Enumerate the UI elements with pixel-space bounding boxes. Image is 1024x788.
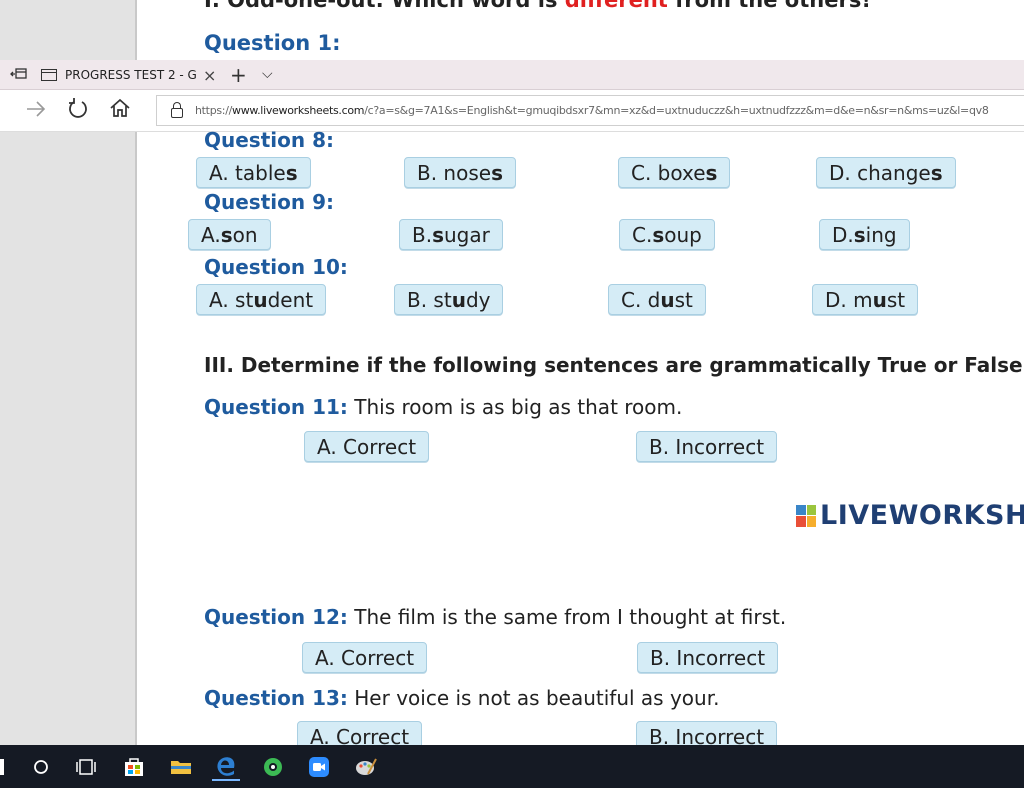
q11-option-incorrect[interactable]: B. Incorrect bbox=[636, 431, 778, 462]
heading-red-word: different bbox=[564, 0, 668, 12]
tab-close-icon[interactable]: × bbox=[203, 66, 216, 85]
tab-list-dropdown[interactable]: ⌵ bbox=[262, 66, 273, 82]
url-text: https://www.liveworksheets.com/c?a=s&g=7… bbox=[195, 104, 989, 117]
app-icon[interactable] bbox=[259, 753, 287, 781]
liveworksheets-logo: LIVEWORKSHE bbox=[796, 500, 1024, 531]
logo-mark-icon bbox=[796, 504, 816, 527]
task-view-icon[interactable] bbox=[72, 753, 100, 781]
address-bar[interactable]: https://www.liveworksheets.com/c?a=s&g=7… bbox=[156, 95, 1024, 126]
tab-title: PROGRESS TEST 2 - Gra bbox=[65, 68, 197, 82]
zoom-icon[interactable] bbox=[305, 753, 333, 781]
browser-tab[interactable]: PROGRESS TEST 2 - Gra × bbox=[35, 60, 220, 90]
q8-option-a[interactable]: A. table s bbox=[196, 157, 311, 188]
browser-navbar: https://www.liveworksheets.com/c?a=s&g=7… bbox=[0, 90, 1024, 132]
section3-title: III. Determine if the following sentence… bbox=[204, 353, 1023, 377]
q12-option-correct[interactable]: A. Correct bbox=[302, 642, 428, 673]
logo-text: LIVEWORKSHE bbox=[820, 500, 1024, 531]
question-13: Question 13: Her voice is not as beautif… bbox=[204, 686, 720, 710]
question-9-label: Question 9: bbox=[204, 190, 334, 214]
q11-option-correct[interactable]: A. Correct bbox=[304, 431, 430, 462]
forward-icon[interactable] bbox=[24, 98, 48, 126]
question-10-label: Question 10: bbox=[204, 255, 348, 279]
q10-option-d[interactable]: D. m u st bbox=[812, 284, 919, 315]
windows-taskbar bbox=[0, 745, 1024, 788]
q9-option-c[interactable]: C. s oup bbox=[619, 219, 715, 250]
q12-option-incorrect[interactable]: B. Incorrect bbox=[637, 642, 779, 673]
heading-text: I. Odd-one-out: Which word is bbox=[204, 0, 565, 12]
page-icon bbox=[41, 69, 57, 81]
browser-tab-strip: PROGRESS TEST 2 - Gra × + ⌵ bbox=[0, 60, 1024, 90]
store-icon[interactable] bbox=[120, 753, 148, 781]
q10-option-c[interactable]: C. d u st bbox=[608, 284, 706, 315]
q8-option-b[interactable]: B. nose s bbox=[404, 157, 516, 188]
section1-heading-partial: I. Odd-one-out: Which word is different … bbox=[204, 0, 871, 12]
q8-option-c[interactable]: C. boxe s bbox=[618, 157, 731, 188]
q9-option-d[interactable]: D. s ing bbox=[819, 219, 910, 250]
search-icon[interactable] bbox=[27, 753, 55, 781]
q8-option-d[interactable]: D. change s bbox=[816, 157, 956, 188]
paint-icon[interactable] bbox=[352, 753, 380, 781]
q9-option-a[interactable]: A. s on bbox=[188, 219, 271, 250]
question-1-label: Question 1: bbox=[204, 31, 341, 55]
edge-icon[interactable] bbox=[212, 753, 240, 781]
question-11: Question 11: This room is as big as that… bbox=[204, 395, 683, 419]
q10-option-a[interactable]: A. st u dent bbox=[196, 284, 327, 315]
windows-start-icon[interactable] bbox=[0, 759, 4, 775]
heading-tail: from the others! bbox=[667, 0, 871, 12]
question-8-label: Question 8: bbox=[204, 128, 334, 152]
q10-option-b[interactable]: B. st u dy bbox=[394, 284, 504, 315]
question-12: Question 12: The film is the same from I… bbox=[204, 605, 787, 629]
refresh-icon[interactable] bbox=[66, 97, 90, 127]
set-tabs-aside-icon[interactable] bbox=[10, 66, 28, 84]
home-icon[interactable] bbox=[108, 96, 132, 126]
q9-option-b[interactable]: B. s ugar bbox=[399, 219, 503, 250]
lock-icon bbox=[171, 101, 183, 118]
new-tab-button[interactable]: + bbox=[230, 63, 247, 87]
file-explorer-icon[interactable] bbox=[167, 753, 195, 781]
